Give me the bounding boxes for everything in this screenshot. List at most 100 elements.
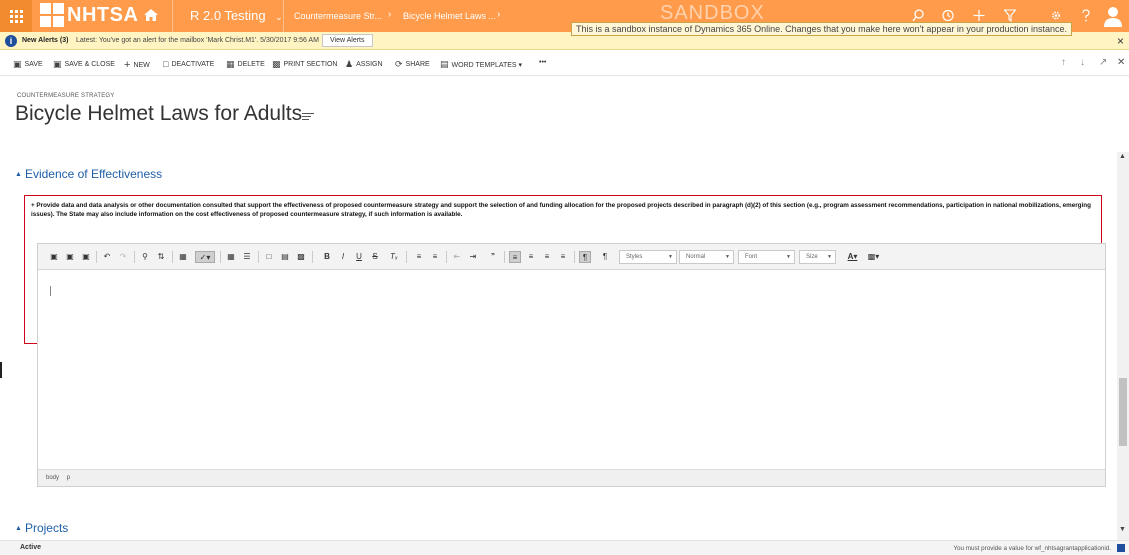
gear-icon[interactable]: [1050, 9, 1062, 22]
breadcrumb-countermeasure[interactable]: Countermeasure Str...: [294, 11, 382, 21]
assign-label: ASSIGN: [356, 61, 383, 68]
scrollbar-thumb[interactable]: [1119, 378, 1127, 446]
plus-icon[interactable]: [973, 9, 985, 22]
format-dropdown[interactable]: Normal ▼: [679, 250, 734, 264]
align-left-icon[interactable]: ≡: [509, 251, 521, 263]
numbered-list-icon[interactable]: ≡: [413, 251, 425, 263]
save-button[interactable]: ▣ SAVE: [13, 59, 43, 70]
close-form-icon[interactable]: ✕: [1117, 57, 1125, 68]
editor-text-area[interactable]: [38, 271, 1105, 469]
word-templates-button[interactable]: ▤ WORD TEMPLATES ▾: [440, 59, 522, 70]
remove-format-icon[interactable]: Tₓ: [388, 251, 400, 263]
deactivate-icon: □: [163, 59, 169, 69]
save-close-label: SAVE & CLOSE: [64, 61, 115, 68]
redo-icon[interactable]: ↷: [117, 251, 129, 263]
path-p[interactable]: p: [67, 475, 70, 481]
section-evidence-header[interactable]: ▲ Evidence of Effectiveness: [15, 167, 162, 181]
horizontal-line-icon[interactable]: ☰: [241, 251, 253, 263]
trash-icon: ▦: [226, 59, 235, 69]
styles-dropdown-label: Styles: [626, 254, 643, 260]
editor-element-path: body p: [38, 469, 1105, 486]
more-commands-button[interactable]: •••: [539, 59, 546, 66]
arrow-up-icon[interactable]: ↑: [1061, 57, 1066, 68]
spellcheck-icon[interactable]: ✓▾: [195, 251, 215, 263]
toolbar-separator: [258, 251, 259, 263]
arrow-down-icon[interactable]: ↓: [1080, 57, 1085, 68]
info-icon: i: [5, 35, 17, 47]
help-icon[interactable]: [1081, 9, 1091, 22]
scroll-down-icon[interactable]: ▼: [1119, 526, 1126, 533]
nhtsa-logo-icon: [40, 3, 64, 27]
align-center-icon[interactable]: ≡: [525, 251, 537, 263]
save-status-icon[interactable]: [1117, 544, 1125, 552]
background-color-icon[interactable]: ▩▾: [864, 251, 883, 263]
justify-icon[interactable]: ≡: [557, 251, 569, 263]
share-icon: ⟳: [395, 59, 403, 69]
print-icon[interactable]: ▩: [295, 251, 307, 263]
search-icon[interactable]: [912, 9, 924, 22]
share-button[interactable]: ⟳ SHARE: [395, 59, 430, 70]
history-icon[interactable]: [942, 9, 954, 22]
blockquote-icon[interactable]: ”: [487, 251, 499, 263]
chevron-down-icon: ▼: [725, 254, 730, 260]
table-icon[interactable]: ▦: [225, 251, 237, 263]
delete-button[interactable]: ▦ DELETE: [226, 59, 265, 70]
outdent-icon[interactable]: ⇤: [451, 251, 463, 263]
bulleted-list-icon[interactable]: ≡: [429, 251, 441, 263]
paste-icon[interactable]: ▣: [80, 251, 92, 263]
new-page-icon[interactable]: □: [263, 251, 275, 263]
strikethrough-icon[interactable]: S: [369, 251, 381, 263]
save-label: SAVE: [24, 61, 43, 68]
user-avatar-icon[interactable]: [1103, 5, 1123, 27]
undo-icon[interactable]: ↶: [101, 251, 113, 263]
rtl-direction-icon[interactable]: ¶: [599, 251, 611, 263]
deactivate-button[interactable]: □ DEACTIVATE: [163, 59, 214, 69]
print-section-button[interactable]: ▩ PRINT SECTION: [272, 59, 337, 70]
italic-icon[interactable]: I: [337, 251, 349, 263]
plus-icon: +: [124, 59, 131, 71]
size-dropdown[interactable]: Size ▼: [799, 250, 836, 264]
font-dropdown[interactable]: Font ▼: [738, 250, 795, 264]
bold-icon[interactable]: B: [321, 251, 333, 263]
underline-icon[interactable]: U: [353, 251, 365, 263]
word-icon: ▤: [440, 59, 449, 69]
align-right-icon[interactable]: ≡: [541, 251, 553, 263]
nav-area-selector[interactable]: R 2.0 Testing ⌄: [190, 8, 283, 23]
section-projects-header[interactable]: ▲ Projects: [15, 521, 68, 535]
nav-separator: [172, 0, 173, 32]
styles-dropdown[interactable]: Styles ▼: [619, 250, 677, 264]
app-launcher-icon[interactable]: [0, 0, 32, 32]
scroll-up-icon[interactable]: ▲: [1119, 153, 1126, 160]
indent-icon[interactable]: ⇥: [467, 251, 479, 263]
breadcrumb-chevron-icon[interactable]: ›: [497, 9, 500, 20]
cut-icon[interactable]: ▣: [48, 251, 60, 263]
print-section-label: PRINT SECTION: [283, 61, 338, 68]
chevron-down-icon: ▼: [668, 254, 673, 260]
replace-icon[interactable]: ⇅: [155, 251, 167, 263]
floppy-disk-icon: ▣: [13, 59, 22, 69]
record-menu-icon[interactable]: [302, 113, 314, 122]
popout-icon[interactable]: ↗: [1099, 57, 1107, 68]
breadcrumb-record[interactable]: Bicycle Helmet Laws ...: [403, 11, 496, 21]
assign-button[interactable]: ♟ ASSIGN: [345, 59, 383, 70]
form-scrollbar[interactable]: [1117, 152, 1129, 540]
new-label: NEW: [133, 61, 150, 69]
copy-icon[interactable]: ▣: [64, 251, 76, 263]
filter-icon[interactable]: [1004, 9, 1016, 22]
rich-text-editor: ▣ ▣ ▣ ↶ ↷ ⚲ ⇅ ▦ ✓▾ ▦ ☰ □ ▤ ▩ B I U S Tₓ …: [37, 243, 1106, 487]
select-all-icon[interactable]: ▦: [177, 251, 189, 263]
preview-icon[interactable]: ▤: [279, 251, 291, 263]
text-color-icon[interactable]: A▾: [843, 251, 862, 263]
section-evidence-title: Evidence of Effectiveness: [24, 167, 163, 181]
save-close-button[interactable]: ▣ SAVE & CLOSE: [53, 59, 115, 70]
view-alerts-button[interactable]: View Alerts: [322, 34, 373, 47]
save-close-icon: ▣: [53, 59, 62, 69]
ltr-direction-icon[interactable]: ¶: [579, 251, 591, 263]
new-button[interactable]: + NEW: [124, 59, 150, 71]
find-icon[interactable]: ⚲: [139, 251, 151, 263]
path-body[interactable]: body: [46, 475, 59, 481]
close-icon[interactable]: ×: [1117, 34, 1124, 48]
record-status: Active: [20, 544, 42, 551]
home-icon[interactable]: [144, 9, 158, 21]
chevron-down-icon: ▼: [827, 254, 832, 260]
